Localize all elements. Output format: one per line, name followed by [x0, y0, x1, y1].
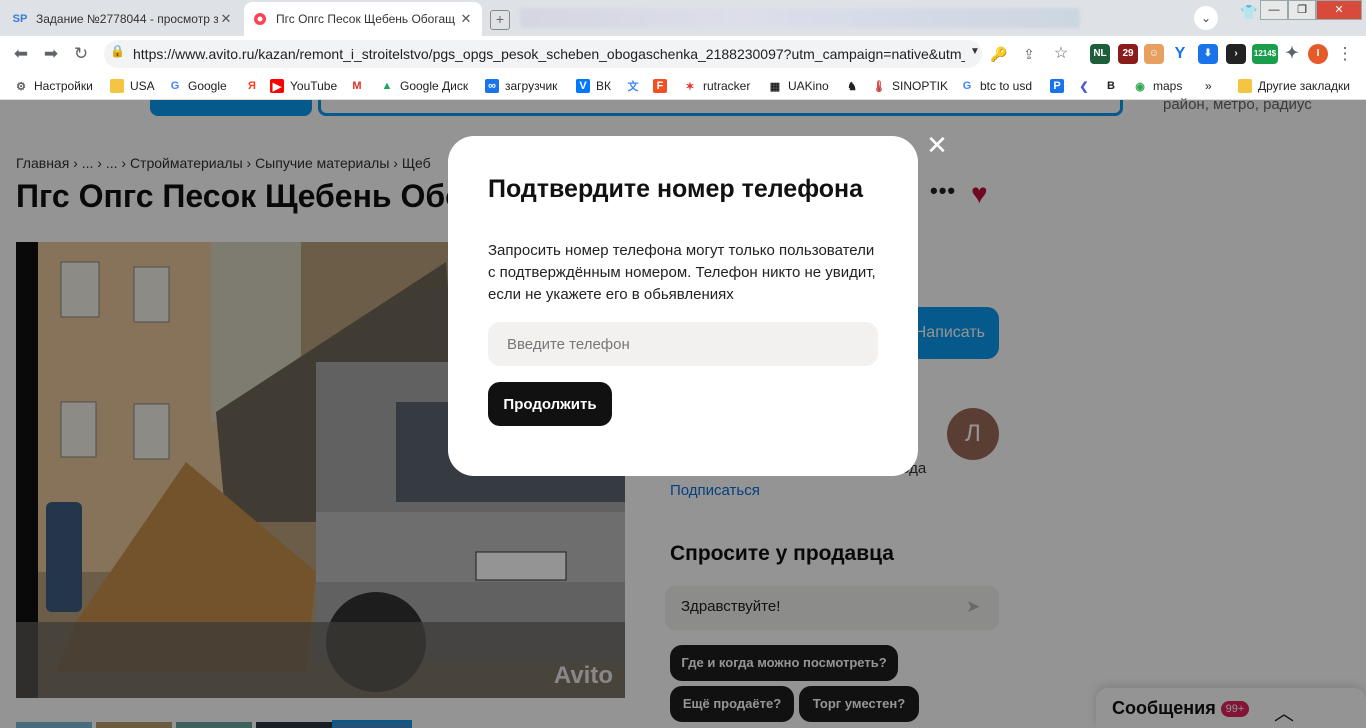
extensions-icon[interactable]: ✦	[1282, 44, 1302, 64]
bookmark-label: Настройки	[34, 79, 93, 93]
bookmark-2[interactable]: G Google	[168, 77, 227, 95]
blocked-icon[interactable]: 🔑	[988, 44, 1010, 64]
sp-icon: SP	[12, 13, 28, 25]
bitcoin-icon[interactable]: 1214$	[1252, 44, 1278, 64]
maximize-button[interactable]: ❐	[1288, 0, 1316, 20]
p-icon: P	[1050, 79, 1064, 93]
bookmark-1[interactable]: USA	[110, 77, 155, 95]
bookmark-6[interactable]: ▲ Google Диск	[380, 77, 469, 95]
bookmark-label: Google Диск	[400, 79, 469, 93]
phone-input[interactable]	[488, 322, 878, 366]
star-icon[interactable]: ☆	[1050, 44, 1072, 64]
gear-icon: ⚙	[16, 80, 26, 93]
translate-icon: 文	[627, 81, 639, 93]
bookmark-label: загрузчик	[505, 79, 558, 93]
youtube-icon: ▶	[270, 79, 284, 93]
bookmark-18[interactable]: B	[1104, 77, 1124, 95]
bookmark-label: SINOPTIK	[892, 79, 949, 93]
url-text[interactable]: https://www.avito.ru/kazan/remont_i_stro…	[133, 46, 965, 62]
google-icon: G	[170, 80, 180, 92]
bookmark-13[interactable]: ♞	[845, 77, 865, 95]
dropdown-icon[interactable]: ▼	[970, 46, 980, 57]
loader-icon: ∞	[485, 79, 499, 93]
continue-button[interactable]: Продолжить	[488, 382, 612, 426]
bookmark-14[interactable]: 🌡 SINOPTIK	[872, 77, 948, 95]
folder-icon	[1238, 79, 1252, 93]
face-icon[interactable]: ☺	[1144, 44, 1164, 64]
google-icon: G	[962, 80, 972, 92]
terminal-icon[interactable]: ›	[1226, 44, 1246, 64]
bookmark-4[interactable]: ▶ YouTube	[270, 77, 337, 95]
modal-description: Запросить номер телефона могут только по…	[488, 242, 876, 303]
minimize-button[interactable]: —	[1260, 0, 1288, 20]
f-icon: F	[653, 79, 667, 93]
bookmark-label: Другие закладки	[1258, 79, 1350, 93]
bookmark-12[interactable]: ▦ UAKino	[768, 77, 829, 95]
vk-icon: V	[576, 79, 590, 93]
bookmark-0[interactable]: ⚙ Настройки	[14, 77, 93, 95]
share-icon[interactable]: ⇪	[1018, 44, 1040, 64]
chess-icon: ♞	[847, 80, 857, 93]
lock-icon[interactable]: 🔒	[110, 44, 125, 58]
folder-icon	[110, 79, 124, 93]
reload-icon[interactable]: ↻	[70, 44, 92, 64]
bookmark-label: maps	[1153, 79, 1183, 93]
bookmark-label: »	[1205, 79, 1212, 93]
avito-icon	[252, 11, 268, 27]
forward-icon[interactable]: ➡	[40, 44, 62, 64]
tshirt-icon: 👕	[1240, 4, 1258, 20]
modal-title: Подтвердите номер телефона	[488, 175, 864, 203]
bookmark-9[interactable]: 文	[626, 77, 646, 95]
bookmark-19[interactable]: ◉ maps	[1133, 77, 1182, 95]
bookmark-label: USA	[130, 79, 155, 93]
menu-icon[interactable]: ⋮	[1334, 44, 1356, 64]
tab-avito[interactable]: Пгс Опгс Песок Щебень Обогащ ✕	[244, 2, 482, 36]
thermometer-icon: 🌡	[872, 80, 886, 93]
bookmark-17[interactable]: ❮	[1077, 77, 1097, 95]
bookmark-3[interactable]: Я	[245, 77, 265, 95]
uakino-icon: ▦	[769, 80, 781, 93]
tab-task[interactable]: SP Задание №2778044 - просмотр з ✕	[4, 2, 242, 36]
bookmark-label: Google	[188, 79, 227, 93]
bookmark-7[interactable]: ∞ загрузчик	[485, 77, 557, 95]
maps-icon: ◉	[1135, 80, 1145, 93]
yandex-icon: Я	[248, 80, 256, 92]
back-icon[interactable]: ⬅	[10, 44, 32, 64]
bookmark-15[interactable]: Gbtc to usd	[960, 77, 1032, 95]
nl-icon[interactable]: NL	[1090, 44, 1110, 64]
drive-icon: ▲	[381, 80, 393, 92]
background-tabs	[520, 8, 1080, 28]
counter-icon[interactable]: 29	[1118, 44, 1138, 64]
bookmark-label: btc to usd	[980, 79, 1033, 93]
bookmark-10[interactable]: F	[653, 77, 673, 95]
bookmark-16[interactable]: P	[1050, 77, 1070, 95]
tab-title: Задание №2778044 - просмотр з	[36, 12, 218, 26]
bookmark-21[interactable]: Другие закладки	[1238, 77, 1350, 95]
bookmark-20[interactable]: »	[1205, 77, 1212, 95]
close-icon[interactable]: ✕	[458, 11, 474, 27]
new-tab-button[interactable]: +	[490, 10, 510, 30]
bc-icon: B	[1107, 80, 1115, 92]
bookmark-11[interactable]: ✶ rutracker	[683, 77, 750, 95]
bookmark-label: rutracker	[703, 79, 751, 93]
bookmark-label: ВК	[596, 79, 611, 93]
bookmark-5[interactable]: M	[350, 77, 370, 95]
close-icon[interactable]: ✕	[218, 11, 234, 27]
profile-avatar[interactable]: I	[1308, 44, 1328, 64]
arrow-icon: ❮	[1079, 80, 1089, 93]
bookmark-label: YouTube	[290, 79, 338, 93]
tab-title: Пгс Опгс Песок Щебень Обогащ	[276, 12, 455, 26]
download-icon[interactable]: ⬇	[1198, 44, 1218, 64]
rutracker-icon: ✶	[685, 80, 695, 93]
bookmark-label: UAKino	[788, 79, 829, 93]
tab-search-button[interactable]: ⌄	[1194, 6, 1218, 30]
y-icon[interactable]: Y	[1170, 44, 1190, 64]
gmail-icon: M	[352, 80, 362, 92]
bookmark-8[interactable]: V ВК	[576, 77, 611, 95]
close-icon[interactable]: ✕	[924, 132, 950, 158]
close-window-button[interactable]: ✕	[1316, 0, 1362, 20]
